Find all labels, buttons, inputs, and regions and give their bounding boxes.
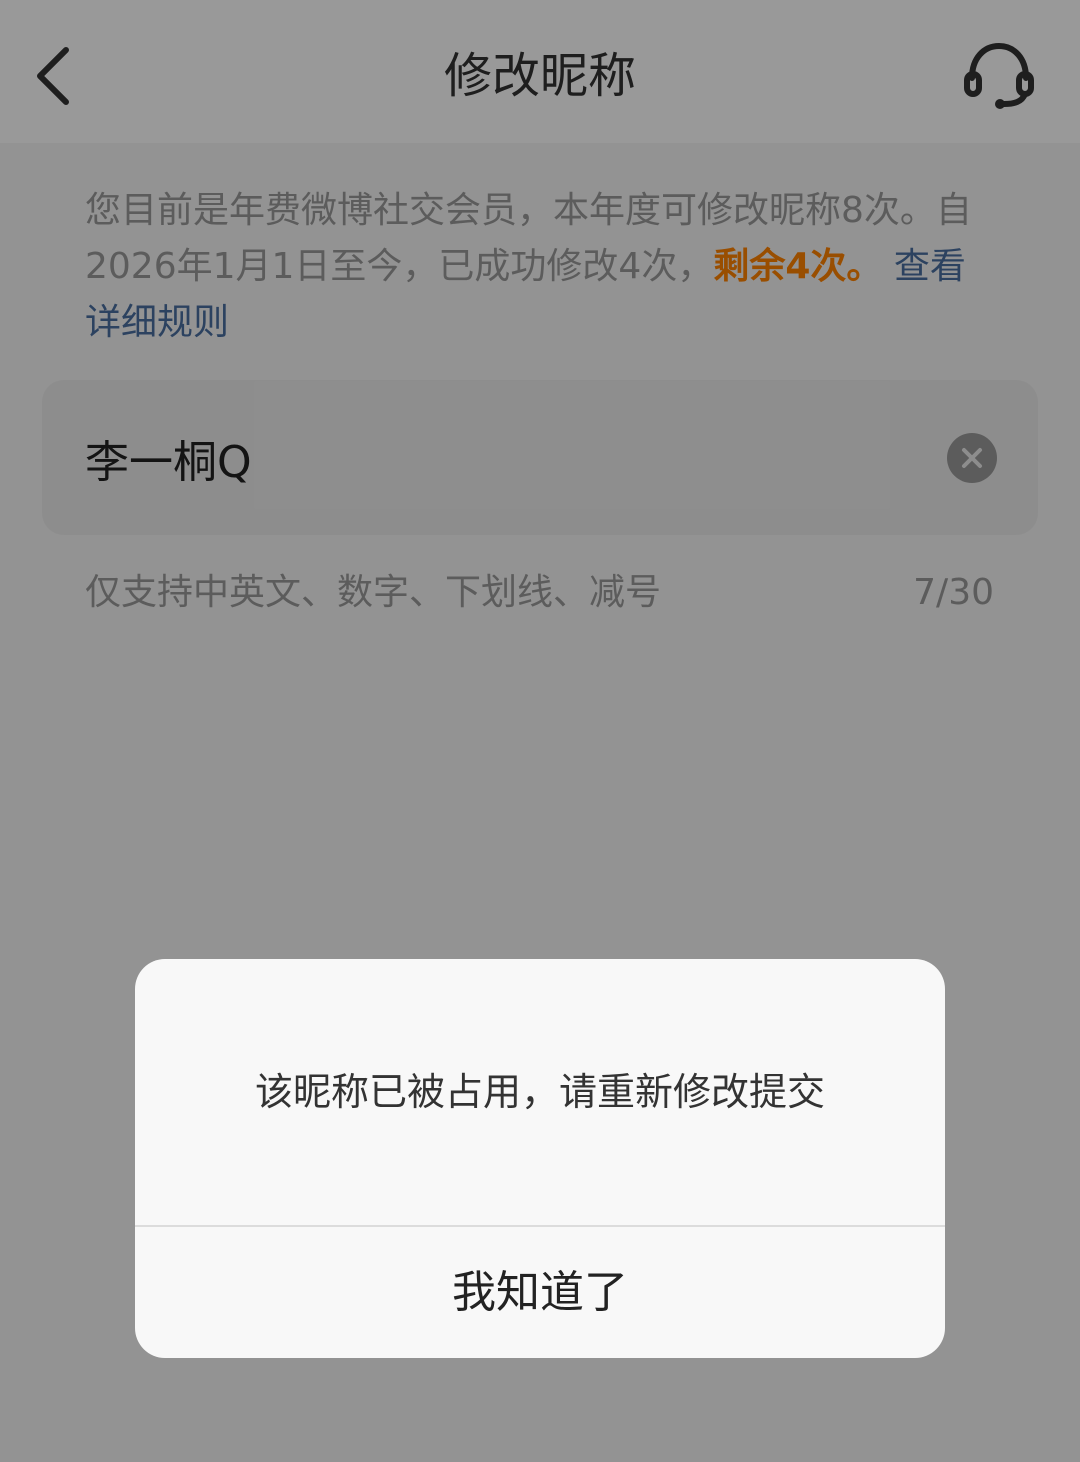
dialog-message: 该昵称已被占用，请重新修改提交 <box>254 1070 825 1114</box>
confirm-button[interactable]: 我知道了 <box>135 1227 945 1358</box>
alert-dialog: 该昵称已被占用，请重新修改提交 我知道了 <box>135 959 945 1358</box>
